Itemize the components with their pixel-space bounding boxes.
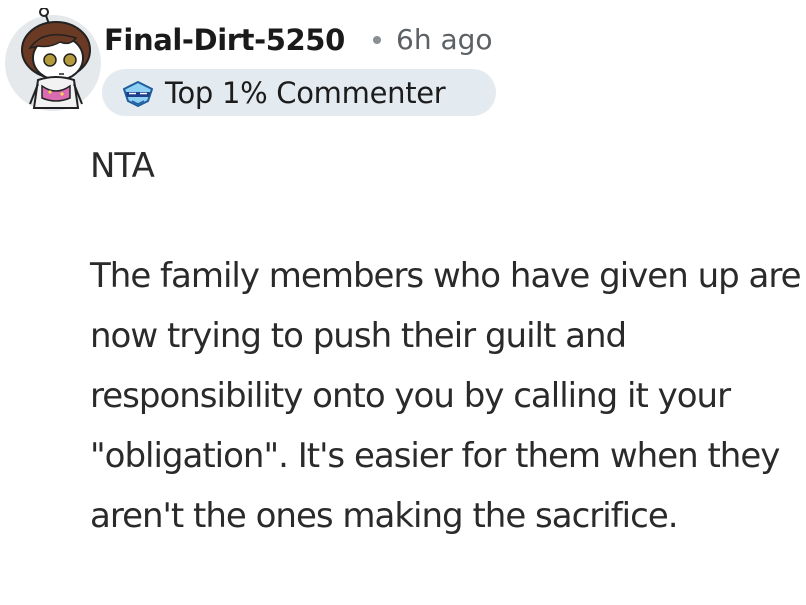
comment-paragraph: NTA xyxy=(90,146,155,186)
comment-author[interactable]: Final-Dirt-5250 xyxy=(104,20,345,60)
top-commenter-gem-icon xyxy=(123,81,153,107)
comment-timestamp[interactable]: 6h ago xyxy=(396,20,493,60)
comment: Final-Dirt-5250 6h ago Top 1% Commenter … xyxy=(0,0,806,605)
top-commenter-badge[interactable]: Top 1% Commenter xyxy=(102,69,496,116)
badge-label: Top 1% Commenter xyxy=(165,76,446,110)
snoo-avatar-icon xyxy=(5,7,101,111)
comment-body: NTA The family members who have given up… xyxy=(90,138,802,536)
user-avatar[interactable] xyxy=(4,7,102,112)
comment-paragraph: The family members who have given up are… xyxy=(90,256,802,536)
separator-dot xyxy=(373,36,381,44)
